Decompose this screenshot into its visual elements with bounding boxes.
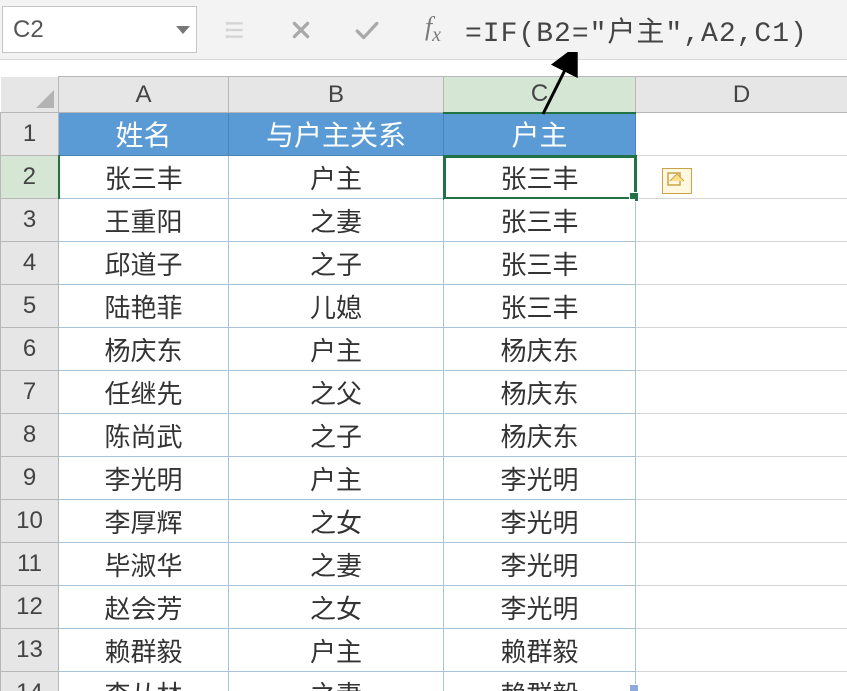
cell-A5[interactable]: 陆艳菲 (59, 285, 229, 328)
formula-bar: C2 fx =IF(B2="户主",A2,C1) (0, 0, 847, 60)
col-header-B[interactable]: B (229, 77, 444, 113)
name-box-value: C2 (13, 16, 44, 44)
name-box[interactable]: C2 (2, 6, 197, 53)
cell-A14[interactable]: 李从林 (59, 672, 229, 691)
cell-B12[interactable]: 之女 (229, 586, 444, 629)
col-header-D[interactable]: D (636, 77, 847, 113)
cell-B7[interactable]: 之父 (229, 371, 444, 414)
cell-A2[interactable]: 张三丰 (59, 156, 229, 199)
row-header-9[interactable]: 9 (1, 457, 59, 500)
cell-B11[interactable]: 之妻 (229, 543, 444, 586)
cell-C4[interactable]: 张三丰 (444, 242, 636, 285)
formula-text: =IF(B2="户主",A2,C1) (465, 10, 808, 50)
cell-C6[interactable]: 杨庆东 (444, 328, 636, 371)
cell-C12[interactable]: 李光明 (444, 586, 636, 629)
row-header-7[interactable]: 7 (1, 371, 59, 414)
fx-icon[interactable]: fx (415, 12, 451, 48)
cell-D10[interactable] (636, 500, 847, 543)
cell-D5[interactable] (636, 285, 847, 328)
cell-D3[interactable] (636, 199, 847, 242)
cell-B4[interactable]: 之子 (229, 242, 444, 285)
cell-A3[interactable]: 王重阳 (59, 199, 229, 242)
cell-B13[interactable]: 户主 (229, 629, 444, 672)
col-header-C[interactable]: C (444, 77, 636, 113)
cell-A10[interactable]: 李厚辉 (59, 500, 229, 543)
spreadsheet-grid[interactable]: A B C D 1姓名与户主关系户主2张三丰户主张三丰3王重阳之妻张三丰4邱道子… (0, 76, 847, 691)
cell-C7[interactable]: 杨庆东 (444, 371, 636, 414)
cell-A9[interactable]: 李光明 (59, 457, 229, 500)
row-header-4[interactable]: 4 (1, 242, 59, 285)
cell-B8[interactable]: 之子 (229, 414, 444, 457)
row-header-8[interactable]: 8 (1, 414, 59, 457)
row-header-1[interactable]: 1 (1, 113, 59, 156)
cell-B5[interactable]: 儿媳 (229, 285, 444, 328)
cell-B6[interactable]: 户主 (229, 328, 444, 371)
header-cell-C[interactable]: 户主 (444, 113, 636, 156)
cell-C3[interactable]: 张三丰 (444, 199, 636, 242)
row-header-14[interactable]: 14 (1, 672, 59, 691)
cell-D13[interactable] (636, 629, 847, 672)
cell-C8[interactable]: 杨庆东 (444, 414, 636, 457)
cell-B2[interactable]: 户主 (229, 156, 444, 199)
cell-C14[interactable]: 赖群毅 (444, 672, 636, 691)
select-all-corner[interactable] (1, 77, 59, 113)
cell-D12[interactable] (636, 586, 847, 629)
cell-C10[interactable]: 李光明 (444, 500, 636, 543)
formula-bar-buttons: fx (217, 12, 451, 48)
row-header-10[interactable]: 10 (1, 500, 59, 543)
cell-A6[interactable]: 杨庆东 (59, 328, 229, 371)
cell-C2[interactable]: 张三丰 (444, 156, 636, 199)
cell-D14[interactable] (636, 672, 847, 691)
name-box-dropdown-icon[interactable] (176, 26, 190, 34)
formula-input[interactable]: =IF(B2="户主",A2,C1) (465, 6, 847, 53)
cell-A4[interactable]: 邱道子 (59, 242, 229, 285)
row-header-2[interactable]: 2 (1, 156, 59, 199)
indent-icon (217, 12, 253, 48)
cell-C9[interactable]: 李光明 (444, 457, 636, 500)
cell-D7[interactable] (636, 371, 847, 414)
cell-C13[interactable]: 赖群毅 (444, 629, 636, 672)
row-header-13[interactable]: 13 (1, 629, 59, 672)
cell-B3[interactable]: 之妻 (229, 199, 444, 242)
row-header-6[interactable]: 6 (1, 328, 59, 371)
cell-B9[interactable]: 户主 (229, 457, 444, 500)
cell-A7[interactable]: 任继先 (59, 371, 229, 414)
cell-D4[interactable] (636, 242, 847, 285)
row-header-11[interactable]: 11 (1, 543, 59, 586)
cell-A8[interactable]: 陈尚武 (59, 414, 229, 457)
col-header-A[interactable]: A (59, 77, 229, 113)
autofill-options-icon[interactable] (662, 168, 692, 194)
cell-A13[interactable]: 赖群毅 (59, 629, 229, 672)
header-cell-B[interactable]: 与户主关系 (229, 113, 444, 156)
cancel-icon[interactable] (283, 12, 319, 48)
cell-A12[interactable]: 赵会芳 (59, 586, 229, 629)
row-header-3[interactable]: 3 (1, 199, 59, 242)
row-header-12[interactable]: 12 (1, 586, 59, 629)
cell-D8[interactable] (636, 414, 847, 457)
cell-D6[interactable] (636, 328, 847, 371)
header-cell-A[interactable]: 姓名 (59, 113, 229, 156)
cell-D11[interactable] (636, 543, 847, 586)
cell-B14[interactable]: 之妻 (229, 672, 444, 691)
cell-D1[interactable] (636, 113, 847, 156)
row-header-5[interactable]: 5 (1, 285, 59, 328)
cell-D9[interactable] (636, 457, 847, 500)
enter-icon[interactable] (349, 12, 385, 48)
cell-C5[interactable]: 张三丰 (444, 285, 636, 328)
cell-B10[interactable]: 之女 (229, 500, 444, 543)
cell-A11[interactable]: 毕淑华 (59, 543, 229, 586)
range-fill-handle[interactable] (629, 684, 639, 691)
cell-C11[interactable]: 李光明 (444, 543, 636, 586)
